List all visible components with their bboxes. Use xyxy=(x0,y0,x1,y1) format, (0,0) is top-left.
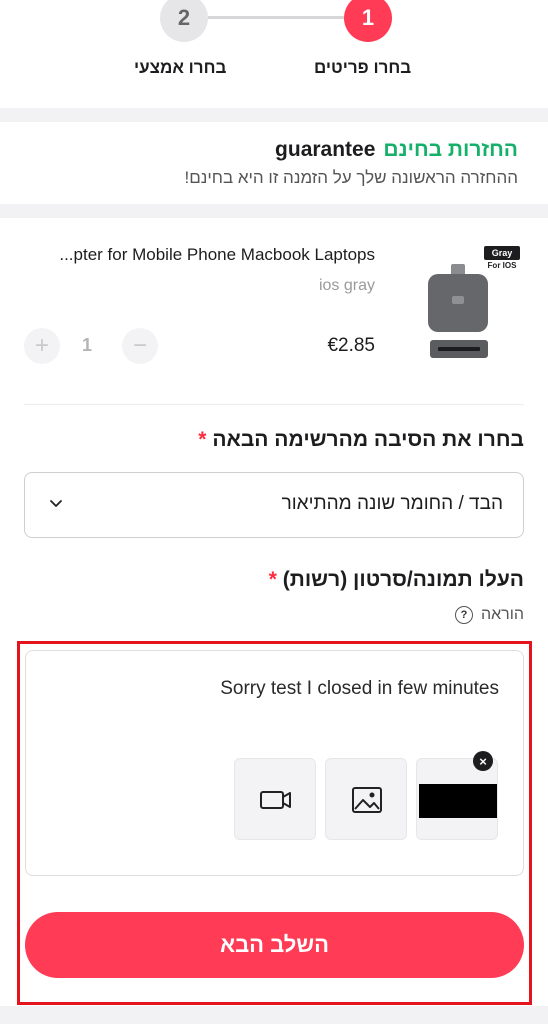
minus-icon: − xyxy=(132,332,147,359)
image-platform-tag: For IOS xyxy=(487,261,517,270)
upload-image-button[interactable] xyxy=(325,758,407,840)
next-step-button[interactable]: השלב הבא xyxy=(25,912,524,978)
step-2-label: בחרו אמצעי xyxy=(134,58,227,77)
device-logo xyxy=(452,296,464,304)
quantity-minus-button[interactable]: − xyxy=(122,328,158,364)
reason-label-text: בחרו את הסיבה מהרשימה הבאה xyxy=(212,428,524,451)
step-connector xyxy=(208,16,344,19)
instructions-text: הוראה xyxy=(480,606,524,623)
comment-text: Sorry test I closed in few minutes xyxy=(220,678,499,699)
thumbnail-image xyxy=(419,784,497,818)
chevron-down-icon xyxy=(50,500,62,507)
progress-stepper: 2 1 בחרו אמצעי בחרו פריטים xyxy=(0,0,548,108)
quantity-value: 1 xyxy=(82,335,93,355)
upload-label-text: העלו תמונה/סרטון (רשות) xyxy=(282,568,524,591)
video-camera-icon xyxy=(260,791,291,809)
instructions-link[interactable]: הוראה ? xyxy=(454,606,524,624)
reason-select-value: הבד / החומר שונה מהתיאור xyxy=(281,493,503,514)
step-1-label: בחרו פריטים xyxy=(314,58,412,77)
upload-label: העלו תמונה/סרטון (רשות) * xyxy=(269,568,524,592)
divider xyxy=(24,404,524,405)
image-color-tag: Gray xyxy=(484,246,520,260)
remove-icon[interactable]: × xyxy=(473,751,493,771)
free-returns-banner: החזרות בחינם guarantee ההחזרה הראשונה של… xyxy=(0,122,548,204)
guarantee-title-black: guarantee xyxy=(275,138,376,161)
image-icon xyxy=(352,787,382,813)
guarantee-title-green: החזרות בחינם xyxy=(383,138,518,161)
plus-icon: + xyxy=(34,332,49,359)
card-slot xyxy=(438,347,480,351)
quantity-plus-button[interactable]: + xyxy=(24,328,60,364)
guarantee-subtitle: ההחזרה הראשונה שלך על הזמנה זו היא בחינם… xyxy=(184,168,518,187)
required-mark: * xyxy=(268,568,277,591)
guarantee-title: החזרות בחינם guarantee xyxy=(20,138,518,162)
help-icon: ? xyxy=(454,606,473,624)
product-variant: ios gray xyxy=(318,277,375,294)
upload-video-button[interactable] xyxy=(234,758,316,840)
reason-select[interactable]: הבד / החומר שונה מהתיאור xyxy=(24,472,524,538)
product-title: ...pter for Mobile Phone Macbook Laptops xyxy=(59,245,375,264)
reason-label: בחרו את הסיבה מהרשימה הבאה * xyxy=(198,428,524,452)
bottom-strip xyxy=(0,1006,548,1024)
step-2-indicator: 2 xyxy=(160,0,208,42)
step-1-indicator: 1 xyxy=(344,0,392,42)
required-mark: * xyxy=(198,428,207,451)
product-price: €2.85 xyxy=(327,335,375,356)
